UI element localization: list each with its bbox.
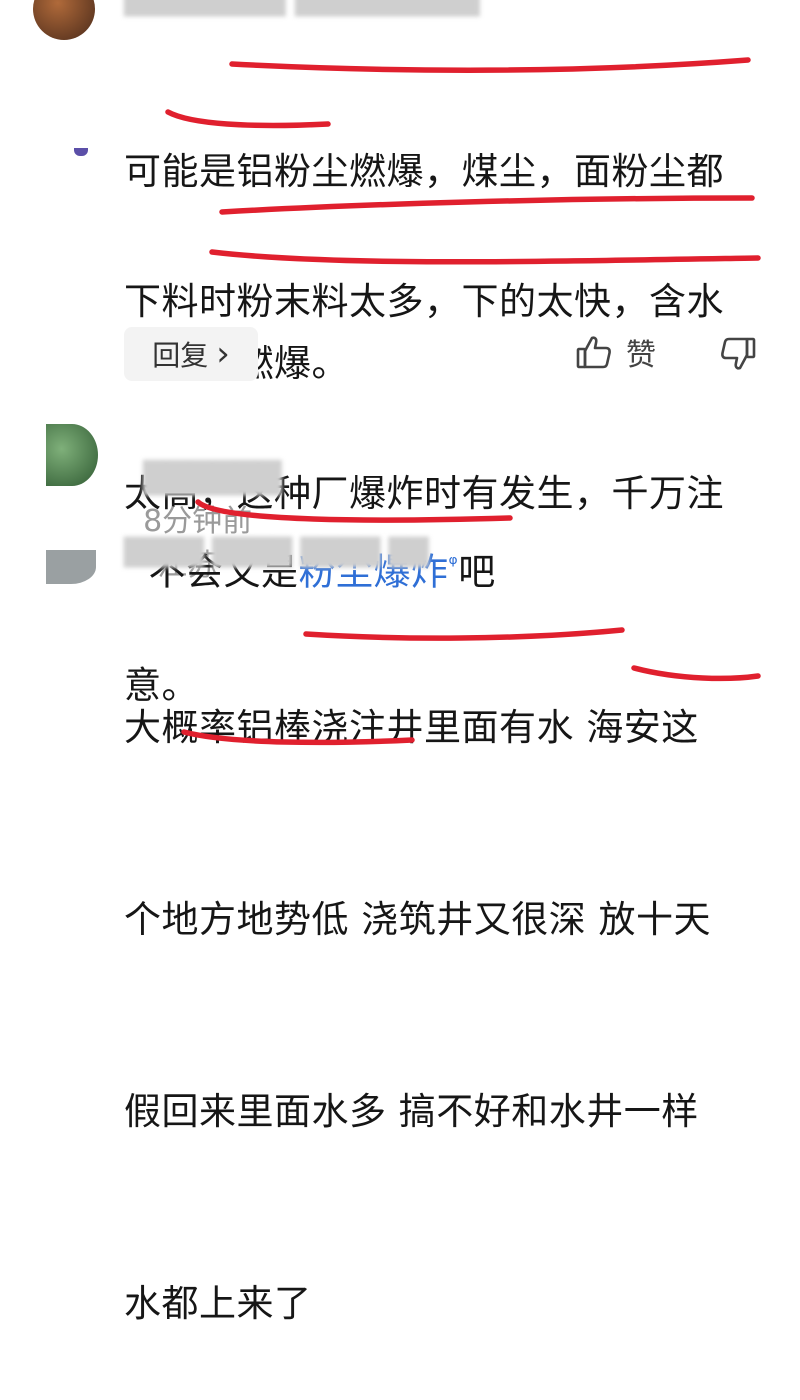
comment-line: 下料时粉末料太多，下的太快，含水 (124, 280, 724, 323)
avatar[interactable] (46, 550, 96, 584)
comment-line: 假回来里面水多 搞不好和水井一样 (124, 1090, 699, 1133)
chevron-right-icon: › (216, 334, 230, 374)
like-button[interactable]: 赞 (574, 330, 656, 374)
avatar[interactable] (33, 0, 95, 40)
dislike-button[interactable] (718, 334, 758, 374)
comment-line: 大概率铝棒浇注井里面有水 海安这 (124, 706, 699, 749)
reply-label: 回复 (152, 339, 209, 372)
username-blurred: ████ ████ ████ ██ (124, 538, 429, 568)
comment-text: 大概率铝棒浇注井里面有水 海安这 个地方地势低 浇筑井又很深 放十天 假回来里面… (124, 568, 711, 1400)
avatar[interactable] (46, 424, 98, 486)
thumbs-down-icon (718, 334, 758, 374)
comment-line: 水都上来了 (124, 1282, 312, 1325)
comment-line: 个地方地势低 浇筑井又很深 放十天 (124, 898, 712, 941)
avatar-edge (74, 148, 88, 156)
thumbs-up-icon (574, 332, 614, 372)
like-label: 赞 (626, 338, 656, 373)
reply-button[interactable]: 回复 › (124, 327, 258, 381)
